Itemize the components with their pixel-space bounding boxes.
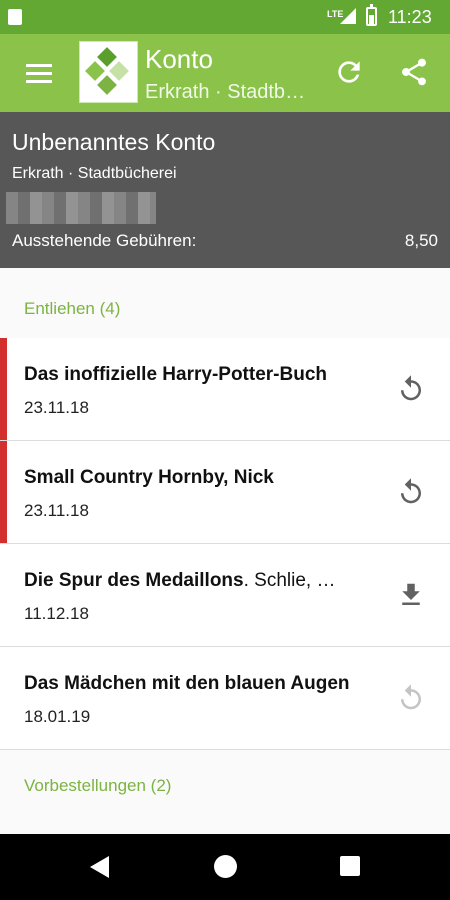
fees-value: 8,50 — [404, 231, 438, 250]
account-header: Unbenanntes Konto Erkrath · Stadtbüchere… — [0, 112, 450, 268]
recent-apps-icon[interactable] — [340, 856, 360, 876]
renew-icon — [401, 684, 421, 710]
notification-icon — [8, 9, 22, 25]
section-title-lent: Entliehen (4) — [24, 299, 121, 318]
page-subtitle: Erkrath · Stadtbücherei — [145, 81, 310, 103]
item-title: Das Mädchen mit den blauen Augen — [24, 673, 350, 694]
clock: 11:23 — [388, 7, 432, 27]
list-item[interactable]: Small Country Hornby, Nick 23.11.18 — [0, 441, 450, 544]
refresh-icon[interactable] — [333, 56, 365, 88]
item-title: Das inoffizielle Harry-Potter-Buch — [24, 364, 327, 385]
page-title: Konto — [145, 44, 213, 74]
system-nav-bar — [0, 834, 450, 900]
back-icon[interactable] — [90, 856, 109, 878]
account-name: Unbenanntes Konto — [12, 129, 216, 155]
section-title-reservations: Vorbestellungen (2) — [24, 776, 172, 795]
item-due-date: 23.11.18 — [24, 501, 89, 520]
list-item[interactable]: Die Spur des Medaillons. Schlie, … 11.12… — [0, 544, 450, 647]
download-icon[interactable] — [396, 580, 426, 610]
redacted-card-number — [6, 192, 156, 224]
fees-label: Ausstehende Gebühren: — [12, 231, 197, 250]
item-due-date: 11.12.18 — [24, 604, 89, 623]
app-bar: Konto Erkrath · Stadtbücherei — [0, 34, 450, 112]
item-due-date: 18.01.19 — [24, 707, 91, 726]
item-due-date: 23.11.18 — [24, 398, 89, 417]
menu-icon[interactable] — [26, 64, 52, 84]
status-bar: LTE 11:23 — [0, 0, 450, 34]
item-author: . Schlie, … — [243, 570, 336, 591]
renew-icon[interactable] — [396, 374, 426, 404]
overdue-indicator — [0, 441, 7, 543]
home-icon[interactable] — [214, 855, 237, 878]
account-library: Erkrath · Stadtbücherei — [12, 165, 177, 182]
renew-icon[interactable] — [396, 477, 426, 507]
overdue-indicator — [0, 338, 7, 440]
item-title: Die Spur des Medaillons — [24, 570, 244, 591]
list-item[interactable]: Das Mädchen mit den blauen Augen 18.01.1… — [0, 647, 450, 750]
list-item[interactable]: Das inoffizielle Harry-Potter-Buch 23.11… — [0, 338, 450, 441]
share-icon[interactable] — [398, 56, 430, 88]
signal-icon — [340, 8, 356, 24]
battery-icon — [366, 4, 377, 26]
item-title: Small Country Hornby, Nick — [24, 467, 274, 488]
logo — [79, 41, 138, 103]
